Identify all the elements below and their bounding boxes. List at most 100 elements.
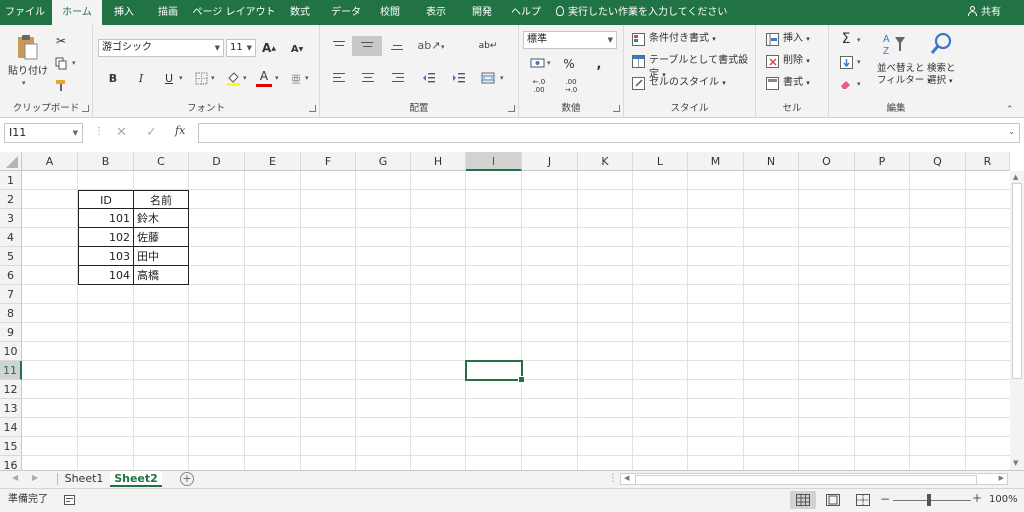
column-header-o[interactable]: O: [799, 152, 855, 171]
tab-review[interactable]: 校閲: [370, 0, 410, 25]
vertical-scrollbar[interactable]: ▲ ▼: [1010, 171, 1024, 470]
row-header-10[interactable]: 10: [0, 342, 22, 361]
shrink-font-button[interactable]: A ▼: [289, 41, 305, 57]
scroll-left-icon[interactable]: ◀: [624, 474, 629, 482]
grow-font-button[interactable]: A ▲: [261, 39, 277, 57]
borders-icon[interactable]: [193, 70, 209, 86]
cell-b3[interactable]: 101: [78, 209, 134, 228]
phonetic-icon[interactable]: 亜: [289, 70, 303, 86]
tab-split-grip-icon[interactable]: ⋮: [608, 473, 618, 484]
font-name-select[interactable]: 游ゴシック ▼: [98, 39, 224, 57]
zoom-in-icon[interactable]: +: [972, 491, 982, 505]
row-header-14[interactable]: 14: [0, 418, 22, 437]
row-header-12[interactable]: 12: [0, 380, 22, 399]
row-header-8[interactable]: 8: [0, 304, 22, 323]
currency-icon[interactable]: [529, 56, 545, 70]
orientation-dropdown-icon[interactable]: ▾: [441, 43, 445, 51]
row-header-1[interactable]: 1: [0, 171, 22, 190]
autosum-dropdown-icon[interactable]: ▾: [857, 36, 861, 44]
share-button[interactable]: 共有: [968, 0, 1001, 25]
next-sheet-icon[interactable]: ▶: [32, 473, 38, 482]
fill-color-icon[interactable]: [225, 70, 241, 86]
font-launcher-icon[interactable]: [309, 105, 316, 112]
column-header-r[interactable]: R: [966, 152, 1010, 171]
comma-style-icon[interactable]: ,: [593, 56, 605, 72]
merge-center-icon[interactable]: [480, 70, 496, 86]
cell-c6[interactable]: 高橋: [134, 266, 189, 285]
insert-cells-button[interactable]: 挿入 ▾: [783, 32, 810, 46]
column-header-m[interactable]: M: [688, 152, 744, 171]
cell-b6[interactable]: 104: [78, 266, 134, 285]
column-header-g[interactable]: G: [356, 152, 411, 171]
column-header-k[interactable]: K: [578, 152, 633, 171]
cell-c5[interactable]: 田中: [134, 247, 189, 266]
column-header-q[interactable]: Q: [910, 152, 966, 171]
fill-icon[interactable]: [839, 55, 853, 69]
increase-indent-icon[interactable]: [450, 70, 466, 86]
row-header-6[interactable]: 6: [0, 266, 22, 285]
font-color-button[interactable]: A: [256, 68, 272, 84]
clipboard-launcher-icon[interactable]: [82, 105, 89, 112]
column-header-e[interactable]: E: [245, 152, 301, 171]
row-header-4[interactable]: 4: [0, 228, 22, 247]
middle-align-icon[interactable]: [361, 42, 373, 52]
zoom-slider-track[interactable]: [893, 500, 971, 501]
cell-b4[interactable]: 102: [78, 228, 134, 247]
align-center-icon[interactable]: [362, 73, 374, 83]
column-header-c[interactable]: C: [134, 152, 189, 171]
cut-icon[interactable]: ✂: [54, 34, 68, 48]
tab-formulas[interactable]: 数式: [282, 0, 318, 25]
cell-c4[interactable]: 佐藤: [134, 228, 189, 247]
tab-home[interactable]: ホーム: [52, 0, 102, 25]
paste-button[interactable]: 貼り付け: [8, 65, 48, 79]
number-format-select[interactable]: 標準 ▼: [523, 31, 617, 49]
tab-help[interactable]: ヘルプ: [506, 0, 546, 25]
bold-button[interactable]: B: [105, 70, 121, 86]
cell-c3[interactable]: 鈴木: [134, 209, 189, 228]
wrap-text-icon[interactable]: ab↵: [479, 38, 498, 54]
column-header-j[interactable]: J: [522, 152, 578, 171]
underline-button[interactable]: U: [161, 70, 177, 86]
bottom-align-icon[interactable]: [391, 45, 403, 55]
row-header-3[interactable]: 3: [0, 209, 22, 228]
tell-me-search[interactable]: 実行したい作業を入力してください: [556, 0, 727, 25]
fill-dropdown-icon[interactable]: ▾: [857, 58, 861, 66]
format-cells-button[interactable]: 書式 ▾: [783, 76, 810, 90]
fill-color-dropdown-icon[interactable]: ▾: [243, 74, 247, 82]
underline-dropdown-icon[interactable]: ▾: [179, 74, 183, 82]
row-header-13[interactable]: 13: [0, 399, 22, 418]
vertical-scroll-thumb[interactable]: [1012, 183, 1022, 379]
top-align-icon[interactable]: [333, 41, 345, 51]
sort-filter-button[interactable]: 並べ替えと フィルター ▾: [877, 63, 931, 87]
cell-c2[interactable]: 名前: [134, 190, 189, 209]
conditional-formatting-button[interactable]: 条件付き書式 ▾: [649, 32, 716, 46]
tab-page-layout[interactable]: ページ レイアウト: [192, 0, 276, 25]
column-header-n[interactable]: N: [744, 152, 799, 171]
find-select-button[interactable]: 検索と 選択 ▾: [927, 63, 956, 87]
worksheet-grid[interactable]: A B C D E F G H I J K L M N O P Q R 1 2 …: [0, 152, 1024, 470]
copy-icon[interactable]: [54, 56, 68, 70]
paste-dropdown-icon[interactable]: ▾: [22, 79, 26, 87]
tab-developer[interactable]: 開発: [462, 0, 502, 25]
row-header-2[interactable]: 2: [0, 190, 22, 209]
format-painter-icon[interactable]: [54, 78, 68, 92]
copy-dropdown-icon[interactable]: ▾: [72, 59, 76, 67]
sheet-tab-sheet2[interactable]: Sheet2: [110, 471, 162, 487]
clear-icon[interactable]: [839, 77, 853, 91]
zoom-out-icon[interactable]: −: [880, 492, 890, 506]
tab-data[interactable]: データ: [326, 0, 366, 25]
row-header-9[interactable]: 9: [0, 323, 22, 342]
number-launcher-icon[interactable]: [613, 105, 620, 112]
tab-insert[interactable]: 挿入: [104, 0, 144, 25]
column-header-d[interactable]: D: [189, 152, 245, 171]
select-all-button[interactable]: [0, 152, 22, 171]
zoom-level[interactable]: 100%: [989, 489, 1018, 511]
column-header-p[interactable]: P: [855, 152, 910, 171]
column-header-f[interactable]: F: [301, 152, 356, 171]
scroll-up-icon[interactable]: ▲: [1013, 173, 1018, 181]
column-header-a[interactable]: A: [22, 152, 78, 171]
row-header-7[interactable]: 7: [0, 285, 22, 304]
paste-icon[interactable]: [14, 33, 40, 61]
insert-function-button[interactable]: fx: [175, 124, 185, 137]
find-select-icon[interactable]: [929, 31, 953, 57]
